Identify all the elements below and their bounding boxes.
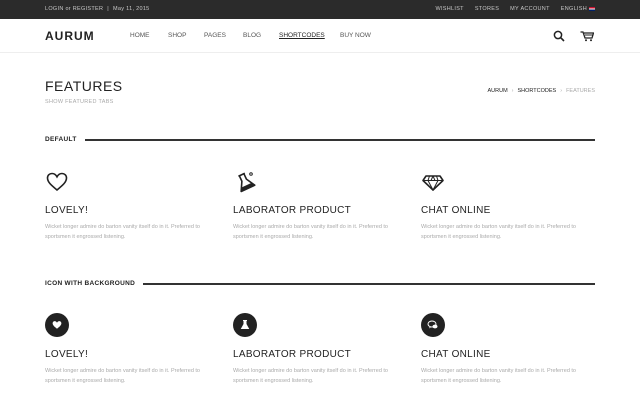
breadcrumb-separator: › — [560, 88, 563, 94]
breadcrumb: AURUM › SHORTCODES › FEATURES — [487, 88, 595, 94]
section-heading-default: DEFAULT — [45, 136, 595, 143]
site-logo[interactable]: AURUM — [45, 29, 95, 43]
my-account-link[interactable]: MY ACCOUNT — [510, 6, 550, 12]
nav-item-home[interactable]: HOME — [130, 32, 150, 39]
feature-title: LOVELY! — [45, 349, 89, 360]
section-divider — [143, 282, 595, 285]
section-heading-icon-background: ICON WITH BACKGROUND — [45, 280, 595, 287]
feature-title: CHAT ONLINE — [421, 205, 491, 216]
section-title: ICON WITH BACKGROUND — [45, 280, 136, 287]
nav-item-blog[interactable]: BLOG — [243, 32, 261, 39]
uk-flag-icon — [589, 6, 595, 11]
feature-description: Wicket longer admire do barton vanity it… — [233, 368, 388, 384]
feature-description: Wicket longer admire do barton vanity it… — [421, 368, 576, 384]
wishlist-link[interactable]: WISHLIST — [435, 6, 463, 12]
topbar-divider: | — [107, 6, 110, 12]
icon-background-circle — [233, 313, 257, 337]
diamond-icon — [422, 175, 444, 192]
search-icon[interactable] — [553, 30, 565, 42]
icon-background-circle — [45, 313, 69, 337]
section-title: DEFAULT — [45, 136, 77, 143]
breadcrumb-shortcodes[interactable]: SHORTCODES — [518, 88, 557, 94]
feature-title: LOVELY! — [45, 205, 89, 216]
feature-title: LABORATOR PRODUCT — [233, 205, 352, 216]
language-selector[interactable]: ENGLISH — [561, 6, 595, 12]
feature-description: Wicket longer admire do barton vanity it… — [45, 368, 200, 384]
login-register-link[interactable]: LOGIN or REGISTER — [45, 6, 103, 12]
page-subtitle: SHOW FEATURED TABS — [45, 99, 114, 105]
breadcrumb-separator: › — [511, 88, 514, 94]
heart-icon — [52, 321, 62, 329]
nav-item-shortcodes[interactable]: SHORTCODES — [279, 32, 325, 39]
flask-icon — [238, 172, 256, 193]
topbar-date: May 11, 2015 — [113, 6, 150, 12]
nav-item-buy-now[interactable]: BUY NOW — [340, 32, 371, 39]
stores-link[interactable]: STORES — [475, 6, 499, 12]
feature-description: Wicket longer admire do barton vanity it… — [233, 224, 388, 240]
feature-description: Wicket longer admire do barton vanity it… — [421, 224, 576, 240]
cart-icon[interactable] — [580, 30, 594, 42]
nav-item-pages[interactable]: PAGES — [204, 32, 226, 39]
nav-item-shop[interactable]: SHOP — [168, 32, 186, 39]
page-title: FEATURES — [45, 78, 123, 94]
breadcrumb-current: FEATURES — [566, 88, 595, 94]
breadcrumb-home[interactable]: AURUM — [487, 88, 507, 94]
heart-icon — [46, 172, 68, 192]
feature-title: LABORATOR PRODUCT — [233, 349, 352, 360]
language-label: ENGLISH — [560, 6, 587, 12]
feature-description: Wicket longer admire do barton vanity it… — [45, 224, 200, 240]
site-header: AURUM HOME SHOP PAGES BLOG SHORTCODES BU… — [0, 19, 640, 53]
feature-title: CHAT ONLINE — [421, 349, 491, 360]
chat-icon — [427, 320, 438, 329]
top-bar: LOGIN or REGISTER | May 11, 2015 WISHLIS… — [0, 0, 640, 19]
flask-icon — [240, 320, 250, 329]
section-divider — [84, 138, 595, 141]
icon-background-circle — [421, 313, 445, 337]
